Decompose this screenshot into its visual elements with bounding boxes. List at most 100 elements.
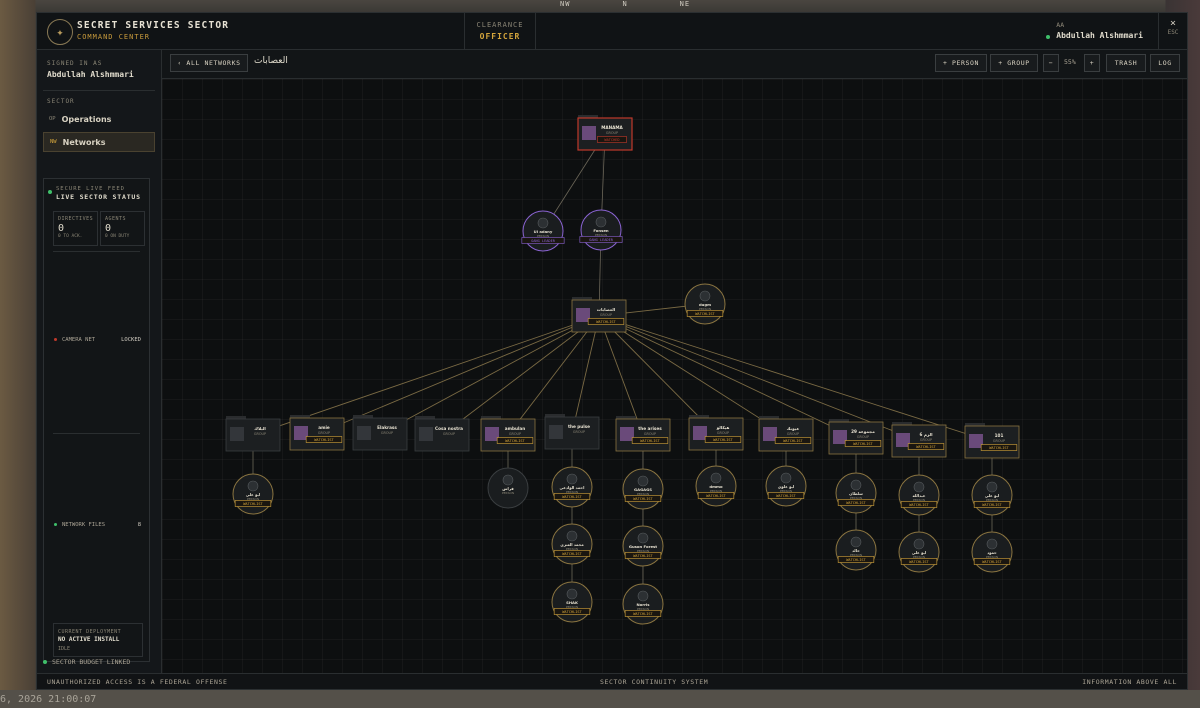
ok-dot-icon bbox=[54, 523, 57, 526]
log-button[interactable]: LOG bbox=[1150, 54, 1180, 72]
person-node-p2[interactable]: FonsenPERSONGANG LEADER bbox=[579, 209, 623, 251]
add-person-button[interactable]: + PERSON bbox=[935, 54, 987, 72]
group-kind: GROUP bbox=[993, 439, 1005, 443]
status-tag-label: WATCHLIST bbox=[909, 503, 929, 507]
group-node-g5[interactable]: ambulanGROUP WATCHLIST bbox=[480, 416, 536, 452]
group-node-g2[interactable]: amieGROUP WATCHLIST bbox=[289, 415, 345, 451]
status-tag-label: WATCHLIST bbox=[314, 438, 334, 442]
person-node-c7b[interactable]: Guson ForestPERSONWATCHLIST bbox=[622, 525, 664, 567]
person-avatar-icon bbox=[913, 538, 925, 550]
group-kind: GROUP bbox=[644, 432, 656, 436]
add-group-button[interactable]: + GROUP bbox=[990, 54, 1038, 72]
group-node-g9[interactable]: عيونكGROUP WATCHLIST bbox=[758, 416, 814, 452]
app-title: SECRET SERVICES SECTOR bbox=[77, 20, 230, 31]
group-avatar bbox=[582, 126, 596, 140]
group-kind: GROUP bbox=[509, 432, 521, 436]
person-avatar-icon bbox=[986, 538, 998, 550]
group-name: البلاك bbox=[254, 426, 266, 431]
group-node-g3[interactable]: ElakrassGROUP bbox=[352, 415, 408, 451]
group-node-g4[interactable]: Cosa nostraGROUP bbox=[414, 416, 470, 452]
person-avatar-icon bbox=[913, 481, 925, 493]
zoom-in-button[interactable]: + bbox=[1084, 54, 1100, 72]
group-node-g12[interactable]: 101GROUP WATCHLIST bbox=[964, 423, 1020, 459]
clearance-label: CLEARANCE bbox=[476, 21, 524, 29]
operations-icon: OP bbox=[49, 116, 56, 122]
network-graph[interactable]: MANAMAGROUPWATCHED Ul adanyPERSONGANG LEA… bbox=[162, 79, 1187, 673]
group-node-g11[interactable]: 6 الرمGROUP WATCHLIST bbox=[891, 422, 947, 458]
trash-button[interactable]: TRASH bbox=[1106, 54, 1146, 72]
status-tag-label: WATCHLIST bbox=[776, 494, 796, 498]
footer: UNAUTHORIZED ACCESS IS A FEDERAL OFFENSE… bbox=[37, 673, 1187, 689]
status-tag-label: WATCHLIST bbox=[713, 438, 733, 442]
group-name: ambulan bbox=[505, 426, 525, 431]
person-node-c6a[interactable]: احمد الوادعيPERSONWATCHLIST bbox=[551, 466, 593, 508]
directives-label: DIRECTIVES bbox=[58, 216, 94, 222]
deployment-label: CURRENT DEPLOYMENT bbox=[58, 629, 122, 635]
person-node-p1[interactable]: Ul adanyPERSONGANG LEADER bbox=[521, 210, 565, 252]
person-node-c11b[interactable]: ابو عليPERSONWATCHLIST bbox=[898, 531, 940, 573]
status-tag-label: WATCHLIST bbox=[916, 445, 936, 449]
status-tag-label: WATCHLIST bbox=[982, 503, 1002, 507]
all-networks-button[interactable]: ‹ ALL NETWORKS bbox=[170, 54, 248, 72]
person-node-c1[interactable]: ابو عليPERSONWATCHLIST bbox=[232, 473, 274, 515]
group-avatar bbox=[230, 427, 244, 441]
person-node-c5[interactable]: فراسPERSON bbox=[487, 467, 529, 509]
group-node-root[interactable]: MANAMAGROUP WATCHED bbox=[577, 115, 633, 151]
person-node-pr[interactable]: dugmPERSONWATCHLIST bbox=[684, 283, 726, 325]
network-files-row: NETWORK FILES 8 bbox=[54, 522, 141, 528]
person-node-c8[interactable]: dmmoPERSONWATCHLIST bbox=[695, 465, 737, 507]
camera-net-value: LOCKED bbox=[121, 337, 141, 343]
person-node-c7a[interactable]: GAGAGSPERSONWATCHLIST bbox=[622, 468, 664, 510]
sidebar-item-networks[interactable]: NW Networks bbox=[43, 132, 155, 152]
person-node-c12b[interactable]: حمودPERSONWATCHLIST bbox=[971, 531, 1013, 573]
group-node-g8[interactable]: هيكالوGROUP WATCHLIST bbox=[688, 415, 744, 451]
group-name: amie bbox=[318, 425, 330, 430]
person-node-c10b[interactable]: خالدPERSONWATCHLIST bbox=[835, 529, 877, 571]
group-name: عيونك bbox=[787, 426, 800, 431]
ok-dot-icon bbox=[43, 660, 47, 664]
zoom-level: 55% bbox=[1064, 58, 1076, 66]
network-files-label: NETWORK FILES bbox=[54, 522, 105, 528]
group-node-g1[interactable]: البلاكGROUP bbox=[225, 416, 281, 452]
sidebar-item-operations[interactable]: OP Operations bbox=[43, 110, 153, 128]
group-node-g10[interactable]: مجموعة 29GROUP WATCHLIST bbox=[828, 419, 884, 455]
person-kind: PERSON bbox=[502, 491, 514, 495]
group-name: 101 bbox=[995, 433, 1004, 438]
status-eyebrow: SECURE LIVE FEED bbox=[56, 186, 125, 192]
group-name: the arises bbox=[638, 426, 662, 431]
network-canvas[interactable]: MANAMA GROUP WATCHED Ul adany PERSON GANG LEA… bbox=[162, 79, 1187, 673]
deployment-value: NO ACTIVE INSTALL bbox=[58, 636, 120, 643]
group-node-g6[interactable]: the pulseGROUP bbox=[544, 414, 600, 450]
person-avatar-icon bbox=[566, 530, 578, 542]
status-tag-label: WATCHLIST bbox=[982, 560, 1002, 564]
close-button[interactable]: × ESC bbox=[1158, 13, 1187, 49]
person-node-c7c[interactable]: NorrisPERSONWATCHLIST bbox=[622, 583, 664, 625]
camera-net-label: CAMERA NET bbox=[54, 337, 95, 343]
footer-center: SECTOR CONTINUITY SYSTEM bbox=[600, 678, 709, 686]
person-node-c6c[interactable]: SHAKPERSONWATCHLIST bbox=[551, 581, 593, 623]
group-kind: GROUP bbox=[443, 432, 455, 436]
user-name: Abdullah Alshmmari bbox=[1056, 31, 1143, 40]
agents-label: AGENTS bbox=[105, 216, 127, 222]
person-node-c10a[interactable]: سلطانPERSONWATCHLIST bbox=[835, 472, 877, 514]
person-node-c11a[interactable]: عبداللهPERSONWATCHLIST bbox=[898, 474, 940, 516]
deployment-card: CURRENT DEPLOYMENT NO ACTIVE INSTALL IDL… bbox=[53, 623, 143, 657]
zoom-out-button[interactable]: − bbox=[1043, 54, 1059, 72]
header-user[interactable]: AA Abdullah Alshmmari bbox=[1046, 21, 1143, 40]
command-center-window: ✦ SECRET SERVICES SECTOR COMMAND CENTER … bbox=[36, 12, 1188, 690]
group-kind: GROUP bbox=[381, 431, 393, 435]
sidebar: SIGNED IN AS Abdullah Alshmmari SECTOR O… bbox=[37, 50, 162, 673]
group-kind: GROUP bbox=[606, 131, 618, 135]
person-avatar-icon bbox=[537, 217, 549, 229]
person-node-c9[interactable]: ابو علويPERSONWATCHLIST bbox=[765, 465, 807, 507]
compass-strip: NW N NE bbox=[560, 0, 691, 8]
person-node-c6b[interactable]: محمد العنزيPERSONWATCHLIST bbox=[551, 523, 593, 565]
group-node-g7[interactable]: the arisesGROUP WATCHLIST bbox=[615, 416, 671, 452]
agents-sub: 0 ON DUTY bbox=[105, 234, 130, 239]
person-avatar-icon bbox=[566, 473, 578, 485]
person-node-c12a[interactable]: ابو عليPERSONWATCHLIST bbox=[971, 474, 1013, 516]
status-tag-label: WATCHLIST bbox=[633, 612, 653, 616]
directives-card: DIRECTIVES 0 0 TO ACK. bbox=[53, 211, 98, 246]
agents-value: 0 bbox=[105, 223, 112, 234]
group-node-hub[interactable]: العصاباتGROUP WATCHLIST bbox=[571, 297, 627, 333]
